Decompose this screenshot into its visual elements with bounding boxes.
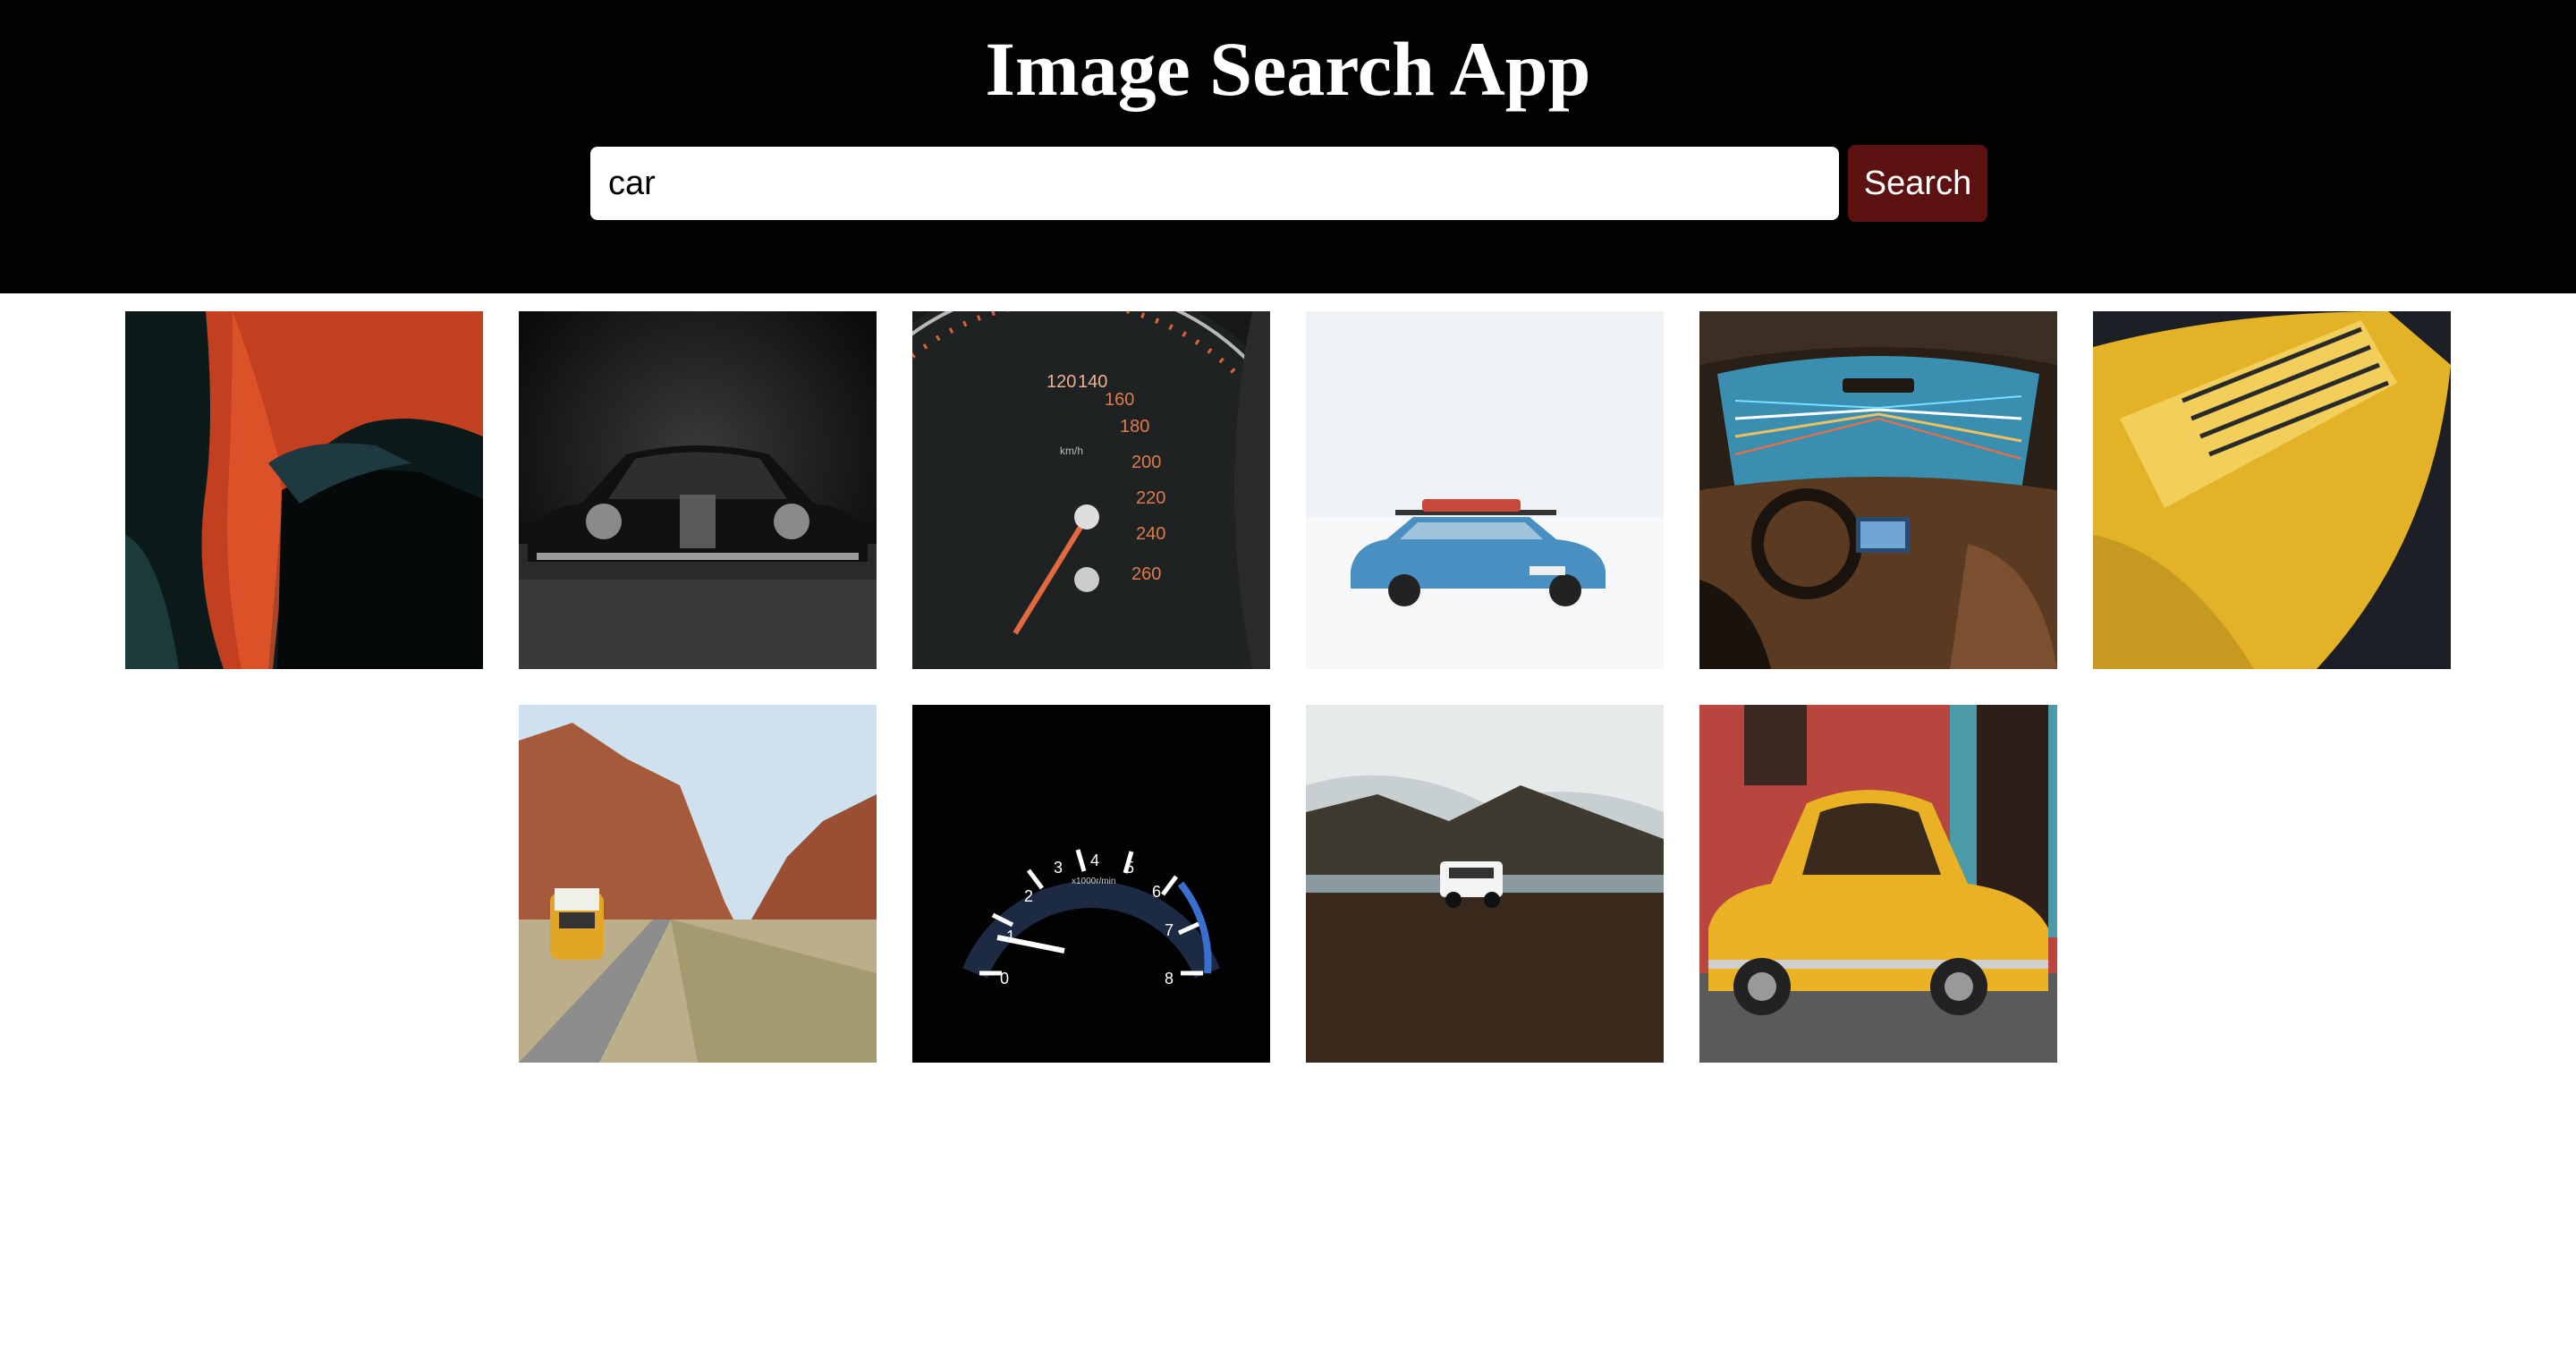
white-suv-lake-image <box>1306 705 1664 1063</box>
result-image-yellow-porsche[interactable] <box>2093 311 2451 669</box>
tachometer-image: 0 1 2 3 4 5 6 7 8 x1000r/min <box>912 705 1270 1063</box>
blue-car-snow-image <box>1306 311 1664 669</box>
tacho-label-6: 6 <box>1152 883 1161 901</box>
tacho-label-8: 8 <box>1165 970 1174 987</box>
tacho-unit: x1000r/min <box>1072 877 1115 886</box>
result-image-blue-car-snow[interactable] <box>1306 311 1664 669</box>
speedo-label-240: 240 <box>1136 524 1165 544</box>
yellow-van-desert-image <box>519 705 877 1063</box>
speedometer-image: 120 140 160 180 200 220 240 260 km/h <box>912 311 1270 669</box>
search-input[interactable] <box>590 147 1839 220</box>
car-interior-image <box>1699 311 2057 669</box>
tacho-label-2: 2 <box>1024 887 1033 905</box>
vintage-black-car-image <box>519 311 877 669</box>
speedo-unit: km/h <box>1060 445 1083 457</box>
result-image-vintage-black-car[interactable] <box>519 311 877 669</box>
tacho-label-5: 5 <box>1125 859 1134 877</box>
result-image-red-car-headlight[interactable] <box>125 311 483 669</box>
red-car-headlight-image <box>125 311 483 669</box>
yellow-vintage-car-image <box>1699 705 2057 1063</box>
tacho-label-1: 1 <box>1006 928 1015 945</box>
app-header: Image Search App Search <box>0 0 2576 293</box>
page-title: Image Search App <box>985 26 1591 112</box>
speedo-label-220: 220 <box>1136 488 1165 508</box>
tacho-label-4: 4 <box>1090 852 1099 869</box>
tacho-label-3: 3 <box>1054 859 1063 877</box>
result-image-yellow-vintage-car[interactable] <box>1699 705 2057 1063</box>
tacho-label-0: 0 <box>1000 970 1009 987</box>
yellow-porsche-image <box>2093 311 2451 669</box>
result-image-tachometer[interactable]: 0 1 2 3 4 5 6 7 8 x1000r/min <box>912 705 1270 1063</box>
speedo-label-260: 260 <box>1131 564 1161 584</box>
search-button[interactable]: Search <box>1848 145 1987 222</box>
speedo-label-180: 180 <box>1120 417 1149 436</box>
result-image-yellow-van-desert[interactable] <box>519 705 877 1063</box>
tacho-label-7: 7 <box>1165 921 1174 939</box>
speedo-label-200: 200 <box>1131 453 1161 472</box>
speedo-label-120: 120 <box>1046 372 1076 392</box>
result-image-car-interior-light-trails[interactable] <box>1699 311 2057 669</box>
speedo-label-140: 140 <box>1078 372 1107 392</box>
speedo-label-160: 160 <box>1105 390 1134 410</box>
result-image-white-suv-lake[interactable] <box>1306 705 1664 1063</box>
result-image-speedometer[interactable]: 120 140 160 180 200 220 240 260 km/h <box>912 311 1270 669</box>
